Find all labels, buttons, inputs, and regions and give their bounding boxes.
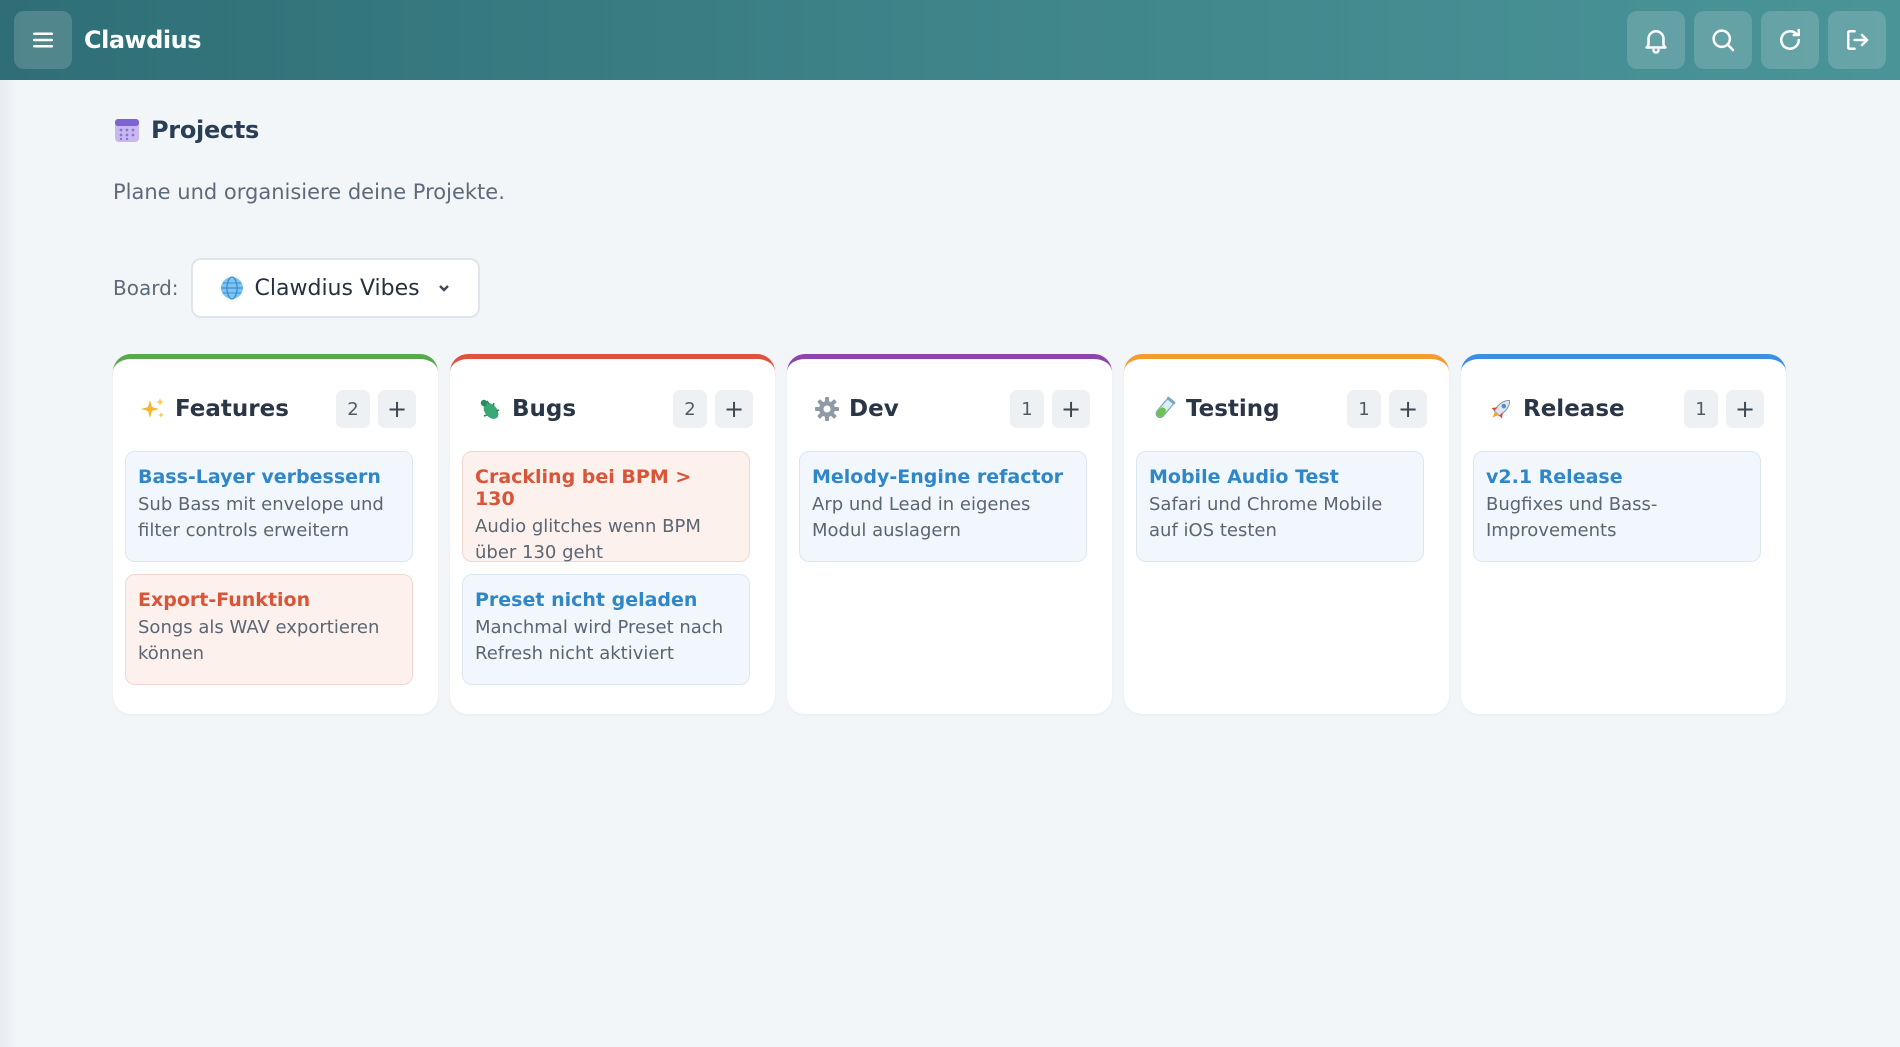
column-header: Dev 1 + xyxy=(787,359,1112,429)
card-description: Songs als WAV exportieren können xyxy=(138,617,380,664)
test-tube-icon xyxy=(1155,396,1176,419)
card-title: Bass-Layer verbessern xyxy=(138,466,381,488)
card-list: Bass-Layer verbessern Sub Bass mit envel… xyxy=(113,429,438,685)
app-brand: Clawdius xyxy=(84,26,201,54)
card-description: Arp und Lead in eigenes Modul auslagern xyxy=(812,494,1031,541)
column-count-badge: 1 xyxy=(1010,390,1044,428)
task-card[interactable]: v2.1 Release Bugfixes und Bass-Improveme… xyxy=(1473,451,1761,562)
header-actions xyxy=(1627,11,1886,69)
column-header: Testing 1 + xyxy=(1124,359,1449,429)
board-select-value: Clawdius Vibes xyxy=(254,275,420,301)
rocket-icon xyxy=(1491,400,1510,419)
column-title: Release xyxy=(1523,396,1625,422)
card-title: v2.1 Release xyxy=(1486,466,1623,488)
page-title: Projects xyxy=(151,116,260,144)
top-bar: Clawdius xyxy=(0,0,1900,80)
chevron-down-icon xyxy=(438,285,449,292)
logout-icon xyxy=(1847,30,1869,50)
column-header: Features 2 + xyxy=(113,359,438,429)
add-card-button[interactable]: + xyxy=(1389,390,1427,428)
card-list: Melody-Engine refactor Arp und Lead in e… xyxy=(787,429,1112,562)
board-label: Board: xyxy=(113,276,179,300)
card-title: Crackling bei BPM > 130 xyxy=(475,466,692,510)
add-card-button[interactable]: + xyxy=(715,390,753,428)
column-dev: Dev 1 + Melody-Engine refactor Arp und L… xyxy=(787,354,1112,714)
column-header: Bugs 2 + xyxy=(450,359,775,429)
card-description: Sub Bass mit envelope und filter control… xyxy=(138,494,384,541)
search-button[interactable] xyxy=(1694,11,1752,69)
left-edge-shadow xyxy=(0,80,18,1047)
add-card-button[interactable]: + xyxy=(378,390,416,428)
column-count-badge: 1 xyxy=(1684,390,1718,428)
refresh-icon xyxy=(1780,28,1800,50)
card-title: Export-Funktion xyxy=(138,589,311,611)
task-card[interactable]: Melody-Engine refactor Arp und Lead in e… xyxy=(799,451,1087,562)
card-title: Preset nicht geladen xyxy=(475,589,698,611)
kanban-board: Features 2 + Bass-Layer verbessern Sub B… xyxy=(113,354,1786,714)
card-description: Bugfixes und Bass-Improvements xyxy=(1486,494,1658,541)
column-header: Release 1 + xyxy=(1461,359,1786,429)
card-title: Mobile Audio Test xyxy=(1149,466,1339,488)
task-card[interactable]: Preset nicht geladen Manchmal wird Prese… xyxy=(462,574,750,685)
card-description: Audio glitches wenn BPM über 130 geht xyxy=(475,516,701,563)
card-title: Melody-Engine refactor xyxy=(812,466,1063,488)
menu-button[interactable] xyxy=(14,11,72,69)
card-description: Safari und Chrome Mobile auf iOS testen xyxy=(1149,494,1383,541)
bell-icon xyxy=(1645,30,1667,54)
bug-icon xyxy=(480,399,500,419)
page-header: Projects xyxy=(113,116,259,144)
task-card[interactable]: Mobile Audio Test Safari und Chrome Mobi… xyxy=(1136,451,1424,562)
add-card-button[interactable]: + xyxy=(1052,390,1090,428)
column-testing: Testing 1 + Mobile Audio Test Safari und… xyxy=(1124,354,1449,714)
page-subtitle: Plane und organisiere deine Projekte. xyxy=(113,180,505,204)
column-count-badge: 2 xyxy=(673,390,707,428)
globe-icon xyxy=(220,276,243,300)
column-count-badge: 1 xyxy=(1347,390,1381,428)
column-title: Features xyxy=(175,396,289,422)
hamburger-icon xyxy=(33,32,53,48)
gear-icon xyxy=(815,397,839,421)
card-list: Mobile Audio Test Safari und Chrome Mobi… xyxy=(1124,429,1449,562)
calendar-icon xyxy=(115,119,139,142)
task-card[interactable]: Bass-Layer verbessern Sub Bass mit envel… xyxy=(125,451,413,562)
board-select[interactable]: Clawdius Vibes xyxy=(190,258,480,318)
sparkles-icon xyxy=(141,398,164,418)
notifications-button[interactable] xyxy=(1627,11,1685,69)
column-bugs: Bugs 2 + Crackling bei BPM > 130 Audio g… xyxy=(450,354,775,714)
column-count-badge: 2 xyxy=(336,390,370,428)
column-title: Dev xyxy=(849,396,899,422)
card-list: v2.1 Release Bugfixes und Bass-Improveme… xyxy=(1461,429,1786,562)
add-card-button[interactable]: + xyxy=(1726,390,1764,428)
column-title: Testing xyxy=(1186,396,1280,422)
card-list: Crackling bei BPM > 130 Audio glitches w… xyxy=(450,429,775,685)
refresh-button[interactable] xyxy=(1761,11,1819,69)
task-card[interactable]: Crackling bei BPM > 130 Audio glitches w… xyxy=(462,451,750,563)
card-description: Manchmal wird Preset nach Refresh nicht … xyxy=(475,617,724,664)
column-title: Bugs xyxy=(512,396,577,422)
logout-button[interactable] xyxy=(1828,11,1886,69)
column-release: Release 1 + v2.1 Release Bugfixes und Ba… xyxy=(1461,354,1786,714)
board-selector-row: Board: Clawdius Vibes xyxy=(113,258,480,318)
task-card[interactable]: Export-Funktion Songs als WAV exportiere… xyxy=(125,574,413,685)
search-icon xyxy=(1712,29,1735,52)
column-features: Features 2 + Bass-Layer verbessern Sub B… xyxy=(113,354,438,714)
